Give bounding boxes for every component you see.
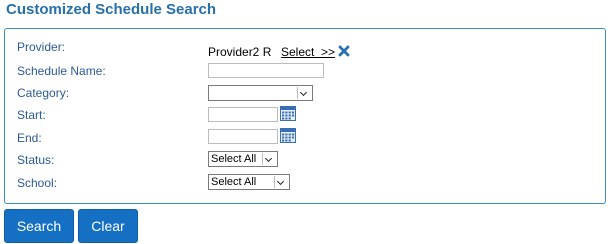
provider-label: Provider: xyxy=(17,40,66,54)
status-select[interactable]: Select All xyxy=(208,151,278,167)
start-calendar-icon[interactable] xyxy=(280,106,296,121)
clear-provider-icon[interactable] xyxy=(338,45,350,57)
chevron-down-icon xyxy=(297,87,311,99)
school-select[interactable]: Select All xyxy=(208,174,290,190)
search-form-panel: Provider: Provider2 R Select >> Schedule… xyxy=(4,28,606,204)
search-button[interactable]: Search xyxy=(4,209,74,243)
clear-button[interactable]: Clear xyxy=(78,209,138,243)
status-selected-value: Select All xyxy=(211,153,257,165)
start-label: Start: xyxy=(17,108,46,122)
schedule-name-label: Schedule Name: xyxy=(17,64,106,78)
chevron-down-icon xyxy=(274,176,288,188)
schedule-name-input[interactable] xyxy=(208,63,324,78)
school-label: School: xyxy=(17,176,58,190)
provider-value: Provider2 R xyxy=(208,45,272,59)
end-calendar-icon[interactable] xyxy=(280,128,296,143)
school-selected-value: Select All xyxy=(211,176,257,188)
page-title: Customized Schedule Search xyxy=(6,1,217,18)
end-date-input[interactable] xyxy=(208,129,278,144)
start-date-input[interactable] xyxy=(208,107,278,122)
category-label: Category: xyxy=(17,86,70,100)
category-select[interactable] xyxy=(208,85,313,101)
chevron-down-icon xyxy=(262,153,276,165)
status-label: Status: xyxy=(17,153,55,167)
provider-select-link[interactable]: Select >> xyxy=(281,45,335,59)
end-label: End: xyxy=(17,131,42,145)
